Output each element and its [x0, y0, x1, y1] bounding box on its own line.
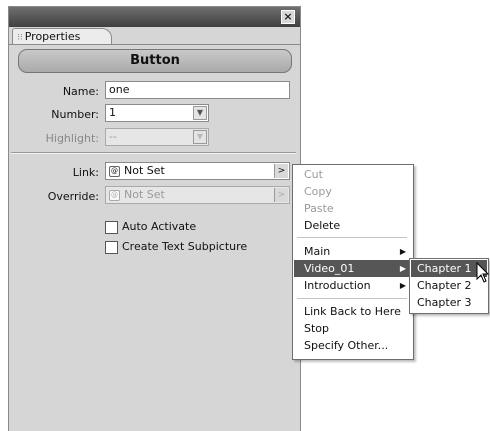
link-target-icon: @ — [109, 189, 120, 201]
submenu-item-chapter-3[interactable]: Chapter 3 — [411, 294, 487, 311]
menu-item-copy[interactable]: Copy — [294, 183, 412, 200]
menu-item-link-back[interactable]: Link Back to Here — [294, 303, 412, 320]
menu-item-delete[interactable]: Delete — [294, 217, 412, 234]
link-value: Not Set — [124, 164, 165, 177]
submenu-arrow-icon[interactable]: > — [274, 164, 288, 178]
panel-title-bar: × — [9, 7, 300, 27]
name-label: Name: — [62, 85, 99, 98]
chevron-down-icon[interactable]: ▼ — [193, 106, 207, 120]
create-text-subpicture-label: Create Text Subpicture — [122, 240, 248, 253]
override-value: Not Set — [124, 188, 165, 201]
menu-item-paste[interactable]: Paste — [294, 200, 412, 217]
number-label: Number: — [51, 108, 99, 121]
highlight-value: -- — [109, 130, 117, 143]
menu-item-introduction-label: Introduction — [304, 279, 371, 292]
number-select[interactable]: 1 ▼ — [105, 104, 209, 122]
chevron-down-icon: ▼ — [193, 130, 207, 144]
close-button[interactable]: × — [281, 10, 295, 24]
mouse-pointer-icon — [476, 262, 489, 283]
auto-activate-label: Auto Activate — [122, 220, 197, 233]
context-menu: Cut Copy Paste Delete Main ▶ Video_01 ▶ … — [292, 164, 414, 360]
auto-activate-checkbox[interactable] — [105, 221, 118, 234]
tab-label: Properties — [24, 30, 81, 43]
menu-item-video-01[interactable]: Video_01 ▶ — [294, 260, 412, 277]
submenu-arrow-icon: ▶ — [399, 247, 406, 256]
properties-panel: × ⁝⁝ Properties Button Name: one Number: … — [8, 6, 301, 431]
menu-item-specify-other[interactable]: Specify Other... — [294, 337, 412, 354]
grip-icon: ⁝⁝ — [17, 33, 23, 43]
menu-item-main[interactable]: Main ▶ — [294, 243, 412, 260]
menu-item-video-01-label: Video_01 — [304, 262, 355, 275]
link-field[interactable]: @ Not Set > — [105, 162, 290, 180]
override-label: Override: — [47, 190, 99, 203]
link-label: Link: — [72, 166, 99, 179]
menu-separator — [297, 237, 407, 238]
section-divider — [11, 152, 296, 154]
number-value: 1 — [109, 106, 116, 119]
create-text-subpicture-checkbox[interactable] — [105, 241, 118, 254]
tab-bar-line — [9, 44, 300, 45]
menu-item-cut[interactable]: Cut — [294, 166, 412, 183]
menu-item-introduction[interactable]: Introduction ▶ — [294, 277, 412, 294]
link-target-icon: @ — [109, 165, 120, 177]
menu-separator — [297, 298, 407, 299]
submenu-arrow-icon: ▶ — [399, 264, 406, 273]
menu-item-stop[interactable]: Stop — [294, 320, 412, 337]
override-field: @ Not Set > — [105, 186, 290, 204]
name-input[interactable]: one — [105, 81, 290, 99]
close-icon: × — [283, 10, 293, 23]
menu-item-main-label: Main — [304, 245, 331, 258]
tab-properties[interactable]: ⁝⁝ Properties — [12, 28, 112, 45]
submenu-arrow-icon: ▶ — [399, 281, 406, 290]
highlight-label: Highlight: — [45, 132, 99, 145]
object-type-title: Button — [18, 49, 292, 73]
highlight-select: -- ▼ — [105, 128, 209, 146]
submenu-arrow-icon: > — [274, 188, 288, 202]
